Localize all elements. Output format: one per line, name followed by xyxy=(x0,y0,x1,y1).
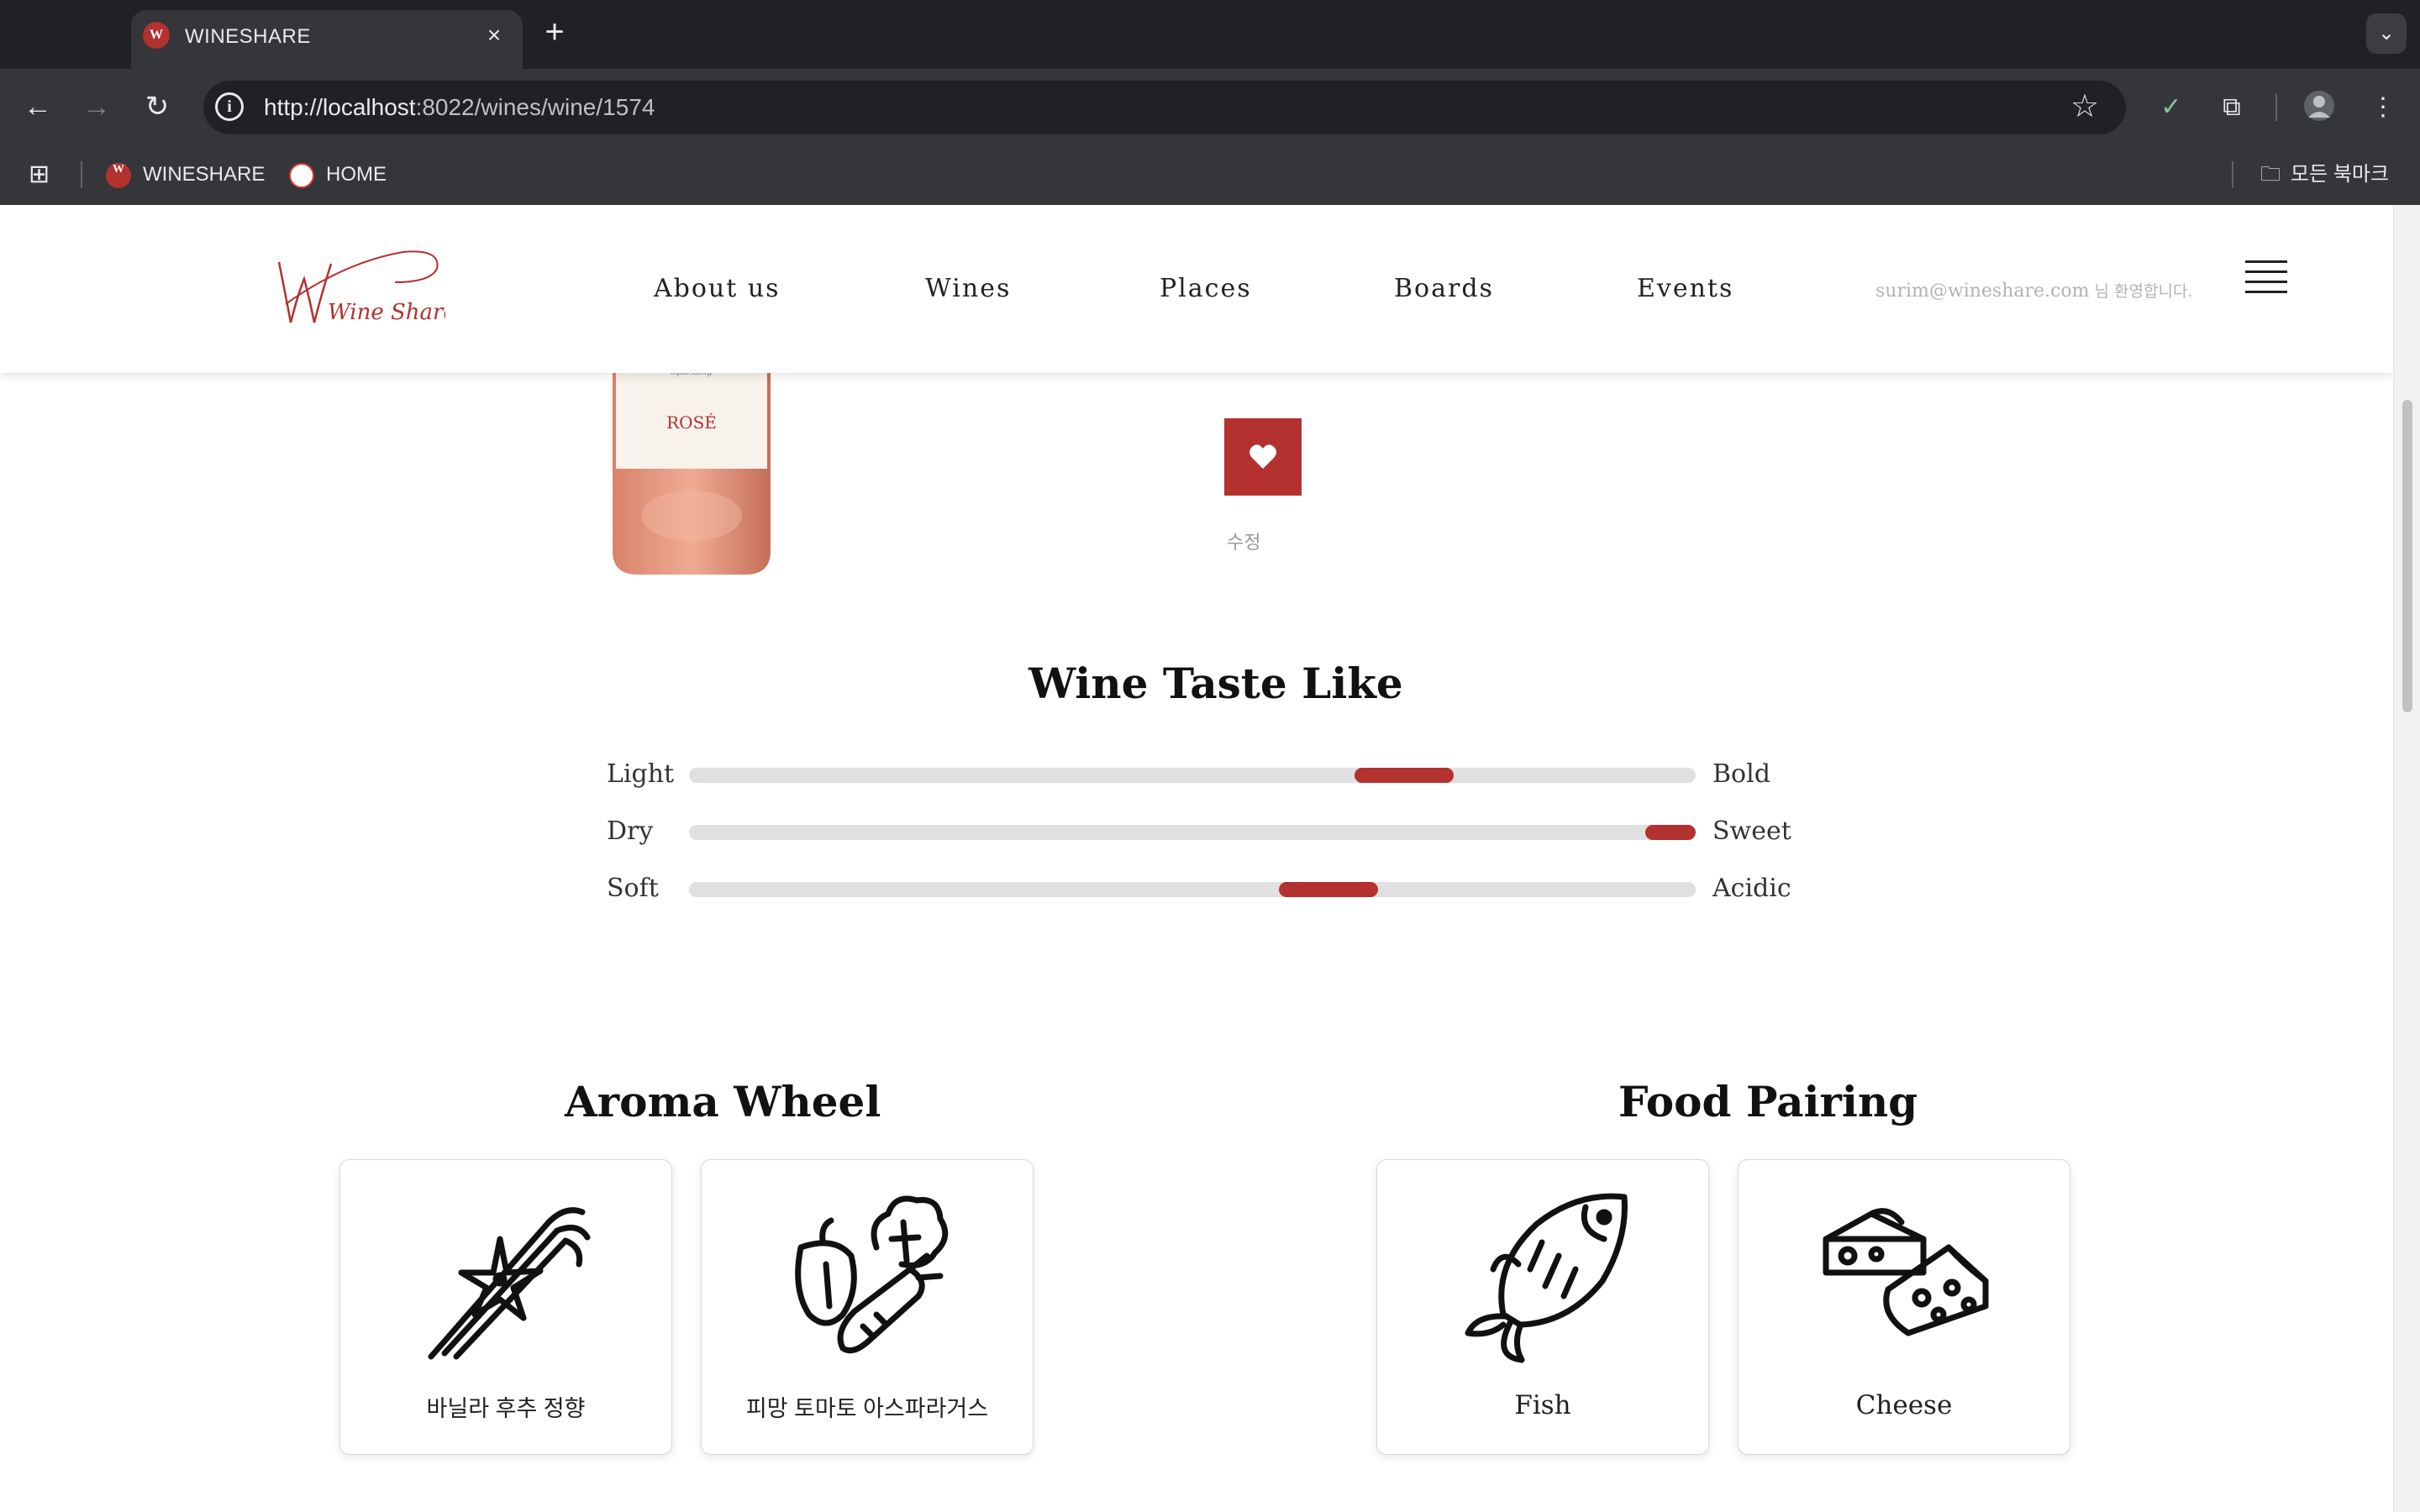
url-path: :8022/wines/wine/1574 xyxy=(415,94,655,120)
hamburger-menu-icon[interactable] xyxy=(2245,260,2287,294)
aroma-label: 바닐라 후추 정향 xyxy=(426,1396,586,1421)
vanilla-icon xyxy=(428,1207,591,1360)
url-host: http://localhost xyxy=(264,94,416,120)
aroma-section-title: Aroma Wheel xyxy=(565,1077,881,1126)
nav-boards[interactable]: Boards xyxy=(1394,274,1494,303)
food-card[interactable]: Cheese xyxy=(1738,1159,2070,1455)
extension-check-icon[interactable]: ✓ xyxy=(2153,89,2190,126)
site-header: Wine Share About us Wines Places Boards … xyxy=(0,205,2393,373)
browser-tab-bar: W WINESHARE × + ⌄ xyxy=(0,0,2420,69)
apps-grid-icon[interactable]: ⊞ xyxy=(29,160,50,190)
taste-indicator xyxy=(1354,768,1454,783)
welcome-suffix: 님 환영합니다. xyxy=(2089,282,2193,301)
all-bookmarks-folder[interactable]: 🗀 모든 북마크 xyxy=(2260,160,2389,190)
nav-about-us[interactable]: About us xyxy=(654,274,781,303)
extensions-puzzle-icon[interactable]: ⧉ xyxy=(2213,89,2250,126)
new-tab-icon[interactable]: + xyxy=(538,15,571,52)
forward-icon[interactable]: → xyxy=(77,87,116,126)
tab-search-chevron-icon[interactable]: ⌄ xyxy=(2366,13,2407,54)
favorite-button[interactable] xyxy=(1224,418,1302,496)
taste-indicator xyxy=(1278,882,1378,897)
wineshare-bookmark-icon: W xyxy=(106,162,131,188)
profile-avatar-icon[interactable] xyxy=(2301,89,2338,126)
browser-tab[interactable]: W WINESHARE × xyxy=(131,10,523,69)
nav-wines[interactable]: Wines xyxy=(925,274,1011,303)
taste-section-title: Wine Taste Like xyxy=(1028,659,1403,708)
browser-menu-icon[interactable]: ⋮ xyxy=(2365,89,2402,126)
welcome-message: surim@wineshare.com 님 환영합니다. xyxy=(1876,279,2192,302)
toolbar-divider xyxy=(2275,94,2277,121)
bookmark-label: WINESHARE xyxy=(143,163,266,186)
reload-icon[interactable]: ↻ xyxy=(138,87,176,126)
bookmark-home[interactable]: HOME xyxy=(289,160,387,190)
wineshare-favicon-icon: W xyxy=(143,22,170,49)
aroma-card[interactable]: 피망 토마토 아스파라거스 xyxy=(701,1159,1034,1455)
taste-right-label: Bold xyxy=(1712,759,1770,789)
nav-events[interactable]: Events xyxy=(1637,274,1733,303)
aroma-card[interactable]: 바닐라 후추 정향 xyxy=(339,1159,672,1455)
aroma-label: 피망 토마토 아스파라거스 xyxy=(745,1396,989,1421)
edit-link[interactable]: 수정 xyxy=(1227,528,1260,554)
folder-icon: 🗀 xyxy=(2260,163,2281,186)
taste-left-label: Soft xyxy=(607,874,659,903)
bookmarks-bar: ⊞ W WINESHARE HOME 🗀 모든 북마크 xyxy=(0,144,2420,205)
taste-left-label: Light xyxy=(607,759,675,789)
taste-track-acidity xyxy=(689,882,1696,897)
bookmark-divider xyxy=(2232,161,2233,188)
food-label: Cheese xyxy=(1855,1390,1953,1420)
back-icon[interactable]: ← xyxy=(18,87,57,126)
address-bar[interactable]: i http://localhost:8022/wines/wine/1574 … xyxy=(203,81,2126,134)
page-content: Wine Share About us Wines Places Boards … xyxy=(0,205,2393,1512)
bookmark-divider xyxy=(81,161,82,188)
wineshare-logo[interactable]: Wine Share xyxy=(269,245,445,338)
cheese-icon xyxy=(1823,1208,1989,1336)
food-section-title: Food Pairing xyxy=(1618,1077,1918,1126)
logo-text: Wine Share xyxy=(328,300,445,325)
bookmark-label: HOME xyxy=(326,163,387,186)
user-email: surim@wineshare.com xyxy=(1876,281,2090,302)
taste-left-label: Dry xyxy=(607,816,654,846)
vegetables-icon xyxy=(795,1195,949,1354)
close-tab-icon[interactable]: × xyxy=(481,22,508,49)
url-text[interactable]: http://localhost:8022/wines/wine/1574 xyxy=(264,94,655,121)
taste-track-body xyxy=(689,768,1696,783)
browser-toolbar: ← → ↻ i http://localhost:8022/wines/wine… xyxy=(0,69,2420,144)
taste-track-sweetness xyxy=(689,825,1696,840)
scrollbar-thumb[interactable] xyxy=(2402,400,2412,712)
taste-right-label: Sweet xyxy=(1712,816,1791,846)
taste-right-label: Acidic xyxy=(1712,874,1791,903)
all-bookmarks-label: 모든 북마크 xyxy=(2291,163,2390,186)
baseball-icon xyxy=(289,162,314,188)
food-card[interactable]: Fish xyxy=(1376,1159,1709,1455)
site-info-icon[interactable]: i xyxy=(215,92,244,121)
bottle-label-text: ROSÉ xyxy=(666,412,717,433)
fish-icon xyxy=(1465,1193,1628,1363)
heart-icon xyxy=(1249,444,1276,469)
food-label: Fish xyxy=(1514,1390,1571,1420)
nav-places[interactable]: Places xyxy=(1160,274,1252,303)
taste-indicator xyxy=(1645,825,1696,840)
bookmark-star-icon[interactable]: ☆ xyxy=(2070,87,2099,125)
tab-title: WINESHARE xyxy=(185,25,311,48)
bookmark-wineshare[interactable]: W WINESHARE xyxy=(106,160,265,190)
page-scrollbar[interactable] xyxy=(2393,205,2420,1512)
